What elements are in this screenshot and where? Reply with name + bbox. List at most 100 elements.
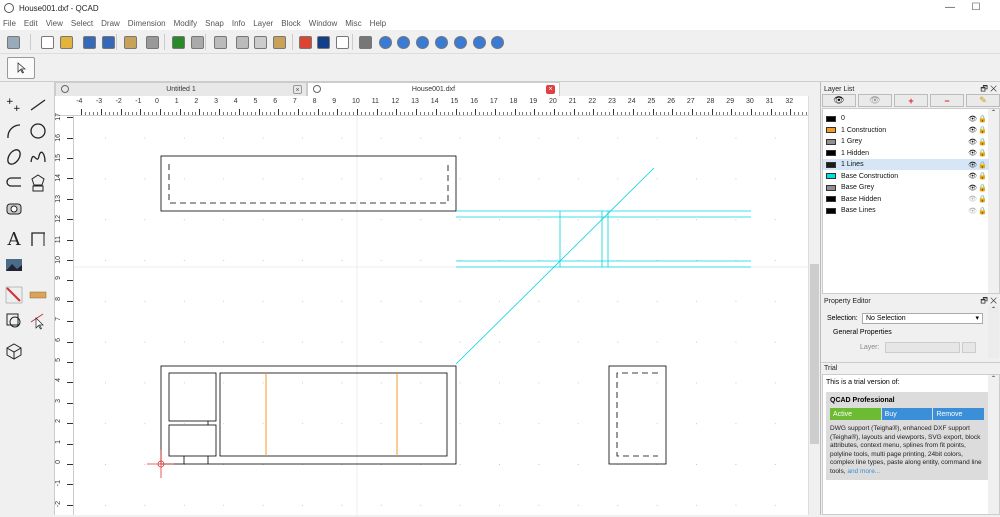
buy-button[interactable]: Buy — [881, 408, 933, 420]
hide-all-layers-button[interactable]: 👁 — [858, 94, 892, 107]
maximize-button[interactable]: ☐ — [966, 2, 986, 14]
minimize-button[interactable]: — — [940, 2, 960, 14]
drawing-canvas[interactable] — [74, 116, 808, 515]
selection-dropdown[interactable]: No Selection ▾ — [862, 313, 983, 324]
circle-tool[interactable] — [27, 120, 49, 142]
layer-lock-icon[interactable]: 🔒 — [978, 149, 987, 157]
layer-row[interactable]: 0 👁 🔒 — [823, 113, 989, 124]
menu-modify[interactable]: Modify — [174, 19, 198, 28]
active-button[interactable]: Active — [830, 408, 881, 420]
layer-list-scrollbar[interactable]: ⌃ — [988, 109, 999, 293]
layer-lock-icon[interactable]: 🔒 — [978, 161, 987, 169]
layer-lock-icon[interactable]: 🔒 — [978, 138, 987, 146]
paste-icon[interactable] — [270, 33, 288, 51]
arc-tool[interactable] — [3, 120, 25, 142]
print-preview-icon[interactable] — [121, 33, 139, 51]
print-icon[interactable] — [143, 33, 161, 51]
layer-lock-icon[interactable]: 🔒 — [978, 126, 987, 134]
zoom-pan-icon[interactable] — [488, 33, 506, 51]
drawing-vertical-scrollbar[interactable] — [808, 96, 819, 515]
select-tool-icon[interactable] — [4, 33, 22, 51]
tab-close-icon[interactable]: × — [546, 85, 555, 94]
snap-select-button[interactable] — [7, 57, 35, 79]
hatch-tool[interactable] — [3, 198, 25, 220]
zoom-selection-icon[interactable] — [432, 33, 450, 51]
shape-tool[interactable] — [27, 172, 49, 194]
menu-select[interactable]: Select — [71, 19, 93, 28]
layer-list-button[interactable] — [962, 342, 976, 353]
text-tool[interactable]: A — [3, 228, 25, 250]
layer-dropdown[interactable] — [885, 342, 960, 353]
save-as-icon[interactable] — [99, 33, 117, 51]
cut-icon[interactable] — [233, 33, 251, 51]
add-layer-button[interactable]: + — [894, 94, 928, 107]
menu-snap[interactable]: Snap — [205, 19, 224, 28]
copy-icon[interactable] — [251, 33, 269, 51]
scrollbar-thumb[interactable] — [810, 264, 819, 444]
menu-info[interactable]: Info — [232, 19, 245, 28]
redo-icon[interactable] — [188, 33, 206, 51]
show-all-layers-button[interactable]: 👁 — [822, 94, 856, 107]
layer-visibility-icon[interactable]: 👁 — [968, 138, 977, 146]
zoom-auto-icon[interactable] — [413, 33, 431, 51]
layer-lock-icon[interactable]: 🔒 — [978, 184, 987, 192]
line-tool[interactable] — [27, 94, 49, 116]
ellipse-tool[interactable] — [3, 146, 25, 168]
layer-row[interactable]: 1 Lines 👁 🔒 — [823, 159, 989, 170]
pencil-icon[interactable] — [211, 33, 229, 51]
menu-layer[interactable]: Layer — [253, 19, 273, 28]
zoom-window-icon[interactable] — [470, 33, 488, 51]
layer-visibility-icon[interactable]: 👁 — [968, 184, 977, 192]
tab-close-icon[interactable]: × — [293, 85, 302, 94]
remove-layer-button[interactable]: − — [930, 94, 964, 107]
new-file-icon[interactable] — [38, 33, 56, 51]
layer-lock-icon[interactable]: 🔒 — [978, 172, 987, 180]
tab-untitled-1[interactable]: Untitled 1 × — [55, 82, 307, 96]
properties-tool[interactable] — [27, 284, 49, 306]
layer-row[interactable]: 1 Grey 👁 🔒 — [823, 136, 989, 147]
zoom-out-icon[interactable] — [394, 33, 412, 51]
layer-row[interactable]: Base Hidden 👁 🔒 — [823, 194, 989, 205]
menu-edit[interactable]: Edit — [24, 19, 38, 28]
layer-row[interactable]: Base Construction 👁 🔒 — [823, 171, 989, 182]
remove-button[interactable]: Remove — [933, 408, 985, 420]
open-file-icon[interactable] — [57, 33, 75, 51]
snap-tool[interactable] — [3, 310, 25, 332]
dimension-tool[interactable] — [27, 228, 49, 250]
zoom-previous-icon[interactable] — [451, 33, 469, 51]
image-tool[interactable] — [3, 254, 25, 276]
layer-visibility-icon[interactable]: 👁 — [968, 195, 977, 203]
menu-misc[interactable]: Misc — [345, 19, 361, 28]
undo-icon[interactable] — [169, 33, 187, 51]
layer-lock-icon[interactable]: 🔒 — [978, 115, 987, 123]
zoom-in-icon[interactable] — [376, 33, 394, 51]
layer-lock-icon[interactable]: 🔒 — [978, 195, 987, 203]
pen-icon[interactable] — [296, 33, 314, 51]
layer-lock-icon[interactable]: 🔒 — [978, 207, 987, 215]
color-icon[interactable] — [314, 33, 332, 51]
layer-row[interactable]: 1 Hidden 👁 🔒 — [823, 148, 989, 159]
menu-file[interactable]: File — [3, 19, 16, 28]
modify-tool[interactable] — [3, 284, 25, 306]
layer-visibility-icon[interactable]: 👁 — [968, 161, 977, 169]
layer-visibility-icon[interactable]: 👁 — [968, 115, 977, 123]
select-tool[interactable] — [27, 310, 49, 332]
linetype-icon[interactable] — [333, 33, 351, 51]
property-scrollbar[interactable]: ⌃ — [988, 306, 999, 358]
layer-visibility-icon[interactable]: 👁 — [968, 172, 977, 180]
menu-draw[interactable]: Draw — [101, 19, 120, 28]
point-tool[interactable]: + + — [3, 94, 25, 116]
menu-view[interactable]: View — [46, 19, 63, 28]
menu-window[interactable]: Window — [309, 19, 337, 28]
menu-dimension[interactable]: Dimension — [128, 19, 166, 28]
layer-visibility-icon[interactable]: 👁 — [968, 126, 977, 134]
polyline-tool[interactable] — [3, 172, 25, 194]
layer-row[interactable]: 1 Construction 👁 🔒 — [823, 125, 989, 136]
tab-house001[interactable]: House001.dxf × — [307, 82, 560, 96]
layer-visibility-icon[interactable]: 👁 — [968, 149, 977, 157]
save-icon[interactable] — [80, 33, 98, 51]
menu-block[interactable]: Block — [281, 19, 301, 28]
more-link[interactable]: and more... — [847, 468, 880, 475]
menu-help[interactable]: Help — [370, 19, 386, 28]
spline-tool[interactable] — [27, 146, 49, 168]
